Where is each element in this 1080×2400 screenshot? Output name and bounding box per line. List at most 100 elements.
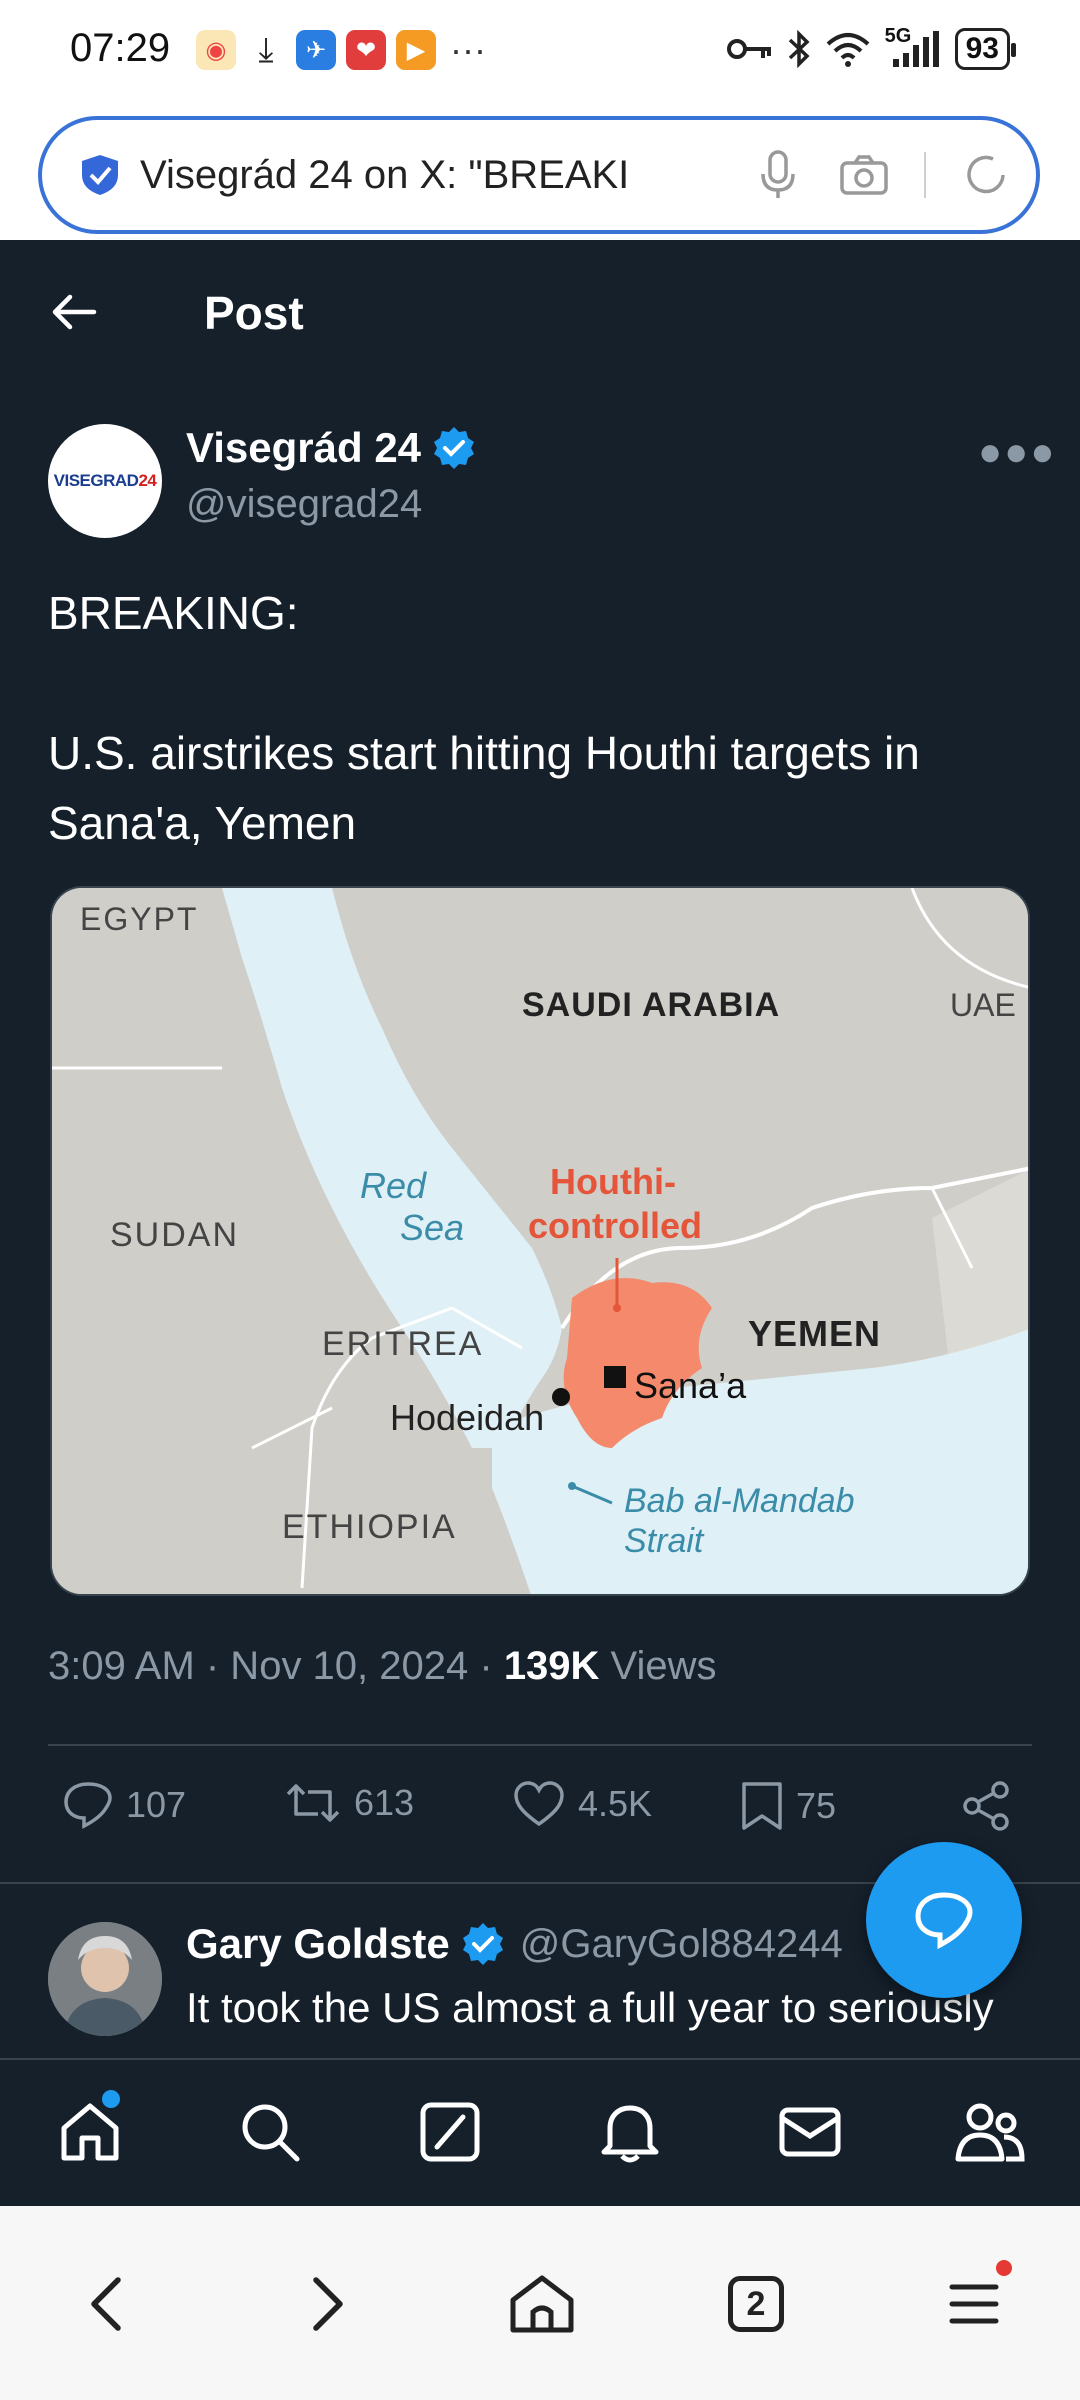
more-options-icon[interactable]: ●●● bbox=[978, 430, 1056, 475]
label-red-sea-1: Red bbox=[360, 1165, 427, 1206]
browser-home-button[interactable] bbox=[506, 2268, 578, 2340]
post-map-image[interactable]: EGYPT SAUDI ARABIA UAE SUDAN Red Sea Hou… bbox=[50, 886, 1030, 1596]
search-icon bbox=[242, 2104, 300, 2162]
video-app-icon: ▶ bbox=[396, 30, 436, 70]
reload-icon[interactable] bbox=[960, 149, 1012, 201]
heart-icon bbox=[514, 1781, 564, 1827]
url-text[interactable]: Visegrád 24 on X: "BREAKI bbox=[140, 153, 718, 198]
compose-reply-button[interactable] bbox=[866, 1842, 1022, 1998]
bell-icon bbox=[601, 2105, 659, 2163]
nav-notifications[interactable] bbox=[594, 2096, 666, 2168]
notification-icons: ◉ ⤓ ✈ ❤ ▶ ··· bbox=[196, 30, 486, 70]
like-button[interactable]: 4.5K bbox=[512, 1780, 652, 1828]
post-meta: 3:09 AM · Nov 10, 2024 · 139K Views bbox=[48, 1644, 717, 1689]
bird-app-icon: ✈ bbox=[296, 30, 336, 70]
label-houthi-2: controlled bbox=[528, 1205, 702, 1246]
bab-pointer-dot bbox=[568, 1482, 576, 1490]
label-sanaa: Sana’a bbox=[634, 1365, 747, 1406]
reply-author[interactable]: Gary Goldste @GaryGol884244 bbox=[186, 1920, 843, 1968]
status-time: 07:29 bbox=[70, 26, 171, 70]
verified-badge-icon bbox=[462, 1923, 503, 1965]
post-actions: 107 613 4.5K 75 bbox=[0, 1780, 1080, 1850]
avatar-text: VISEGRAD bbox=[53, 471, 139, 490]
wifi-icon bbox=[826, 33, 869, 67]
bookmark-button[interactable]: 75 bbox=[740, 1780, 836, 1832]
label-uae: UAE bbox=[950, 987, 1016, 1023]
browser-back-button[interactable] bbox=[70, 2268, 142, 2340]
browser-menu-button[interactable] bbox=[938, 2260, 1012, 2340]
menu-icon bbox=[949, 2284, 999, 2324]
nav-home[interactable] bbox=[54, 2090, 126, 2168]
browser-tabs-button[interactable]: 2 bbox=[720, 2268, 792, 2340]
bookmark-icon bbox=[742, 1782, 782, 1830]
label-saudi-arabia: SAUDI ARABIA bbox=[522, 986, 780, 1024]
repost-icon bbox=[286, 1784, 340, 1822]
mail-icon bbox=[779, 2107, 841, 2157]
nav-communities[interactable] bbox=[954, 2096, 1026, 2168]
label-yemen: YEMEN bbox=[748, 1313, 881, 1354]
reply-author-handle[interactable]: @GaryGol884244 bbox=[520, 1922, 843, 1967]
grok-icon bbox=[420, 2102, 480, 2162]
battery-indicator: 93 bbox=[954, 28, 1017, 70]
browser-forward-button[interactable] bbox=[292, 2268, 364, 2340]
label-sudan: SUDAN bbox=[110, 1216, 239, 1254]
reply-author-name[interactable]: Gary Goldste bbox=[186, 1920, 450, 1968]
browser-toolbar: Visegrád 24 on X: "BREAKI bbox=[0, 108, 1080, 240]
author-name-text[interactable]: Visegrád 24 bbox=[186, 424, 421, 472]
share-button[interactable] bbox=[960, 1780, 1024, 1832]
shield-icon bbox=[82, 155, 118, 195]
sanaa-marker bbox=[604, 1366, 626, 1388]
author-avatar[interactable]: VISEGRAD 24 bbox=[48, 424, 162, 538]
reply-avatar[interactable] bbox=[48, 1922, 162, 2036]
signal-icon: 5G bbox=[885, 25, 941, 69]
label-eritrea: ERITREA bbox=[322, 1325, 483, 1363]
address-bar[interactable]: Visegrád 24 on X: "BREAKI bbox=[38, 116, 1040, 234]
more-notifications-icon: ··· bbox=[450, 29, 486, 70]
heart-app-icon: ❤ bbox=[346, 30, 386, 70]
meta-divider bbox=[48, 1744, 1032, 1746]
browser-bottom-bar: 2 bbox=[0, 2206, 1080, 2400]
communities-icon bbox=[955, 2103, 1025, 2162]
reply-button[interactable]: 107 bbox=[62, 1780, 186, 1830]
repost-count: 613 bbox=[354, 1782, 415, 1823]
label-red-sea-2: Sea bbox=[400, 1207, 464, 1248]
tab-count: 2 bbox=[728, 2276, 784, 2332]
label-hodeidah: Hodeidah bbox=[390, 1397, 544, 1438]
houthi-pointer-dot bbox=[613, 1304, 621, 1312]
post-header: Post bbox=[0, 240, 1080, 380]
post-text: BREAKING: U.S. airstrikes start hitting … bbox=[48, 587, 920, 849]
share-icon bbox=[963, 1781, 1009, 1831]
camera-icon[interactable] bbox=[838, 149, 890, 201]
back-arrow-icon[interactable] bbox=[46, 284, 102, 340]
url-divider bbox=[924, 152, 926, 198]
home-icon bbox=[61, 2103, 119, 2161]
status-bar: 07:29 ◉ ⤓ ✈ ❤ ▶ ··· 5G 93 bbox=[0, 0, 1080, 108]
home-notification-dot bbox=[102, 2090, 120, 2108]
author-name[interactable]: Visegrád 24 bbox=[186, 424, 477, 472]
chevron-right-icon bbox=[313, 2277, 343, 2331]
views-count: 139K bbox=[503, 1644, 600, 1688]
nav-grok[interactable] bbox=[414, 2096, 486, 2168]
home-icon bbox=[510, 2275, 574, 2333]
label-egypt: EGYPT bbox=[80, 901, 198, 937]
menu-notification-dot bbox=[996, 2260, 1012, 2276]
nav-search[interactable] bbox=[234, 2096, 306, 2168]
label-bab-2: Strait bbox=[624, 1522, 705, 1560]
hodeidah-marker bbox=[552, 1388, 570, 1406]
bookmark-count: 75 bbox=[796, 1785, 837, 1826]
views-label: Views bbox=[599, 1644, 717, 1688]
label-ethiopia: ETHIOPIA bbox=[282, 1508, 457, 1546]
system-icons: 5G 93 bbox=[726, 25, 1017, 70]
microphone-icon[interactable] bbox=[752, 149, 804, 201]
avatar-text-red: 24 bbox=[138, 471, 157, 490]
repost-button[interactable]: 613 bbox=[284, 1780, 414, 1826]
verified-badge-icon bbox=[434, 427, 475, 469]
label-bab-1: Bab al-Mandab bbox=[624, 1482, 855, 1520]
page-title: Post bbox=[204, 287, 304, 339]
nav-messages[interactable] bbox=[774, 2096, 846, 2168]
author-handle[interactable]: @visegrad24 bbox=[186, 482, 422, 527]
post-timestamp[interactable]: 3:09 AM · Nov 10, 2024 · bbox=[48, 1644, 504, 1688]
key-icon bbox=[726, 39, 771, 59]
bluetooth-icon bbox=[788, 30, 810, 68]
reply-count: 107 bbox=[126, 1784, 187, 1825]
